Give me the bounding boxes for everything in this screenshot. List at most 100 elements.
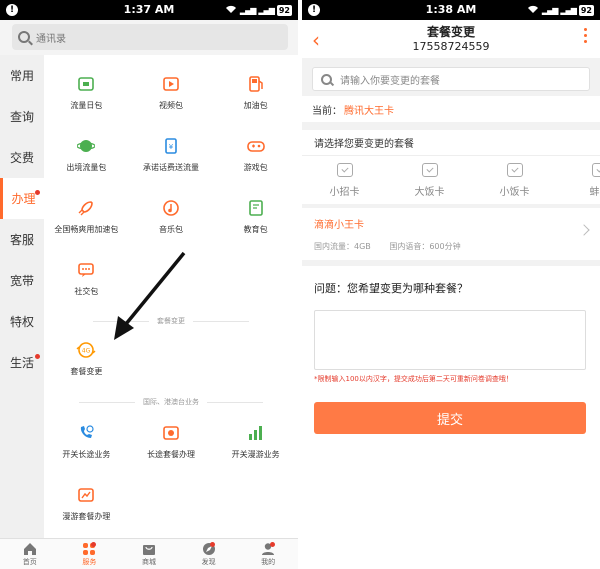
sidebar-item[interactable]: 特权 xyxy=(0,301,44,342)
plan-options: 小招卡 大饭卡 小饭卡 蚌王 xyxy=(302,156,600,204)
service-tile-label: 开关漫游业务 xyxy=(231,450,280,459)
service-tile-label: 承诺话费送流量 xyxy=(142,163,199,172)
sidebar-item-label: 宽带 xyxy=(9,274,34,288)
tab-item[interactable]: 服务 xyxy=(60,539,120,569)
service-tile-label: 出境流量包 xyxy=(66,163,107,172)
service-tile[interactable]: 全国畅爽用加速包 xyxy=(44,185,129,247)
service-tile[interactable]: 出境流量包 xyxy=(44,123,129,185)
sidebar-item[interactable]: 客服 xyxy=(0,219,44,260)
search-placeholder: 请输入你要变更的套餐 xyxy=(340,75,440,87)
contacts-search[interactable]: 通讯录 xyxy=(12,24,288,50)
bottom-tab-bar: 首页 服务 商城 发现 我的 xyxy=(0,538,298,569)
service-tile-label: 游戏包 xyxy=(243,163,268,172)
package-grid: 流量日包 视频包 加油包出境流量包 ¥ 承诺话费送流量 游戏包全国畅爽用加速包 音乐包 教育包… xyxy=(44,61,298,309)
service-tile-label: 全国畅爽用加速包 xyxy=(54,225,119,234)
more-menu-icon[interactable] xyxy=(584,28,588,43)
roaming-plan-icon xyxy=(75,484,97,506)
chat-icon xyxy=(75,259,97,281)
service-tile[interactable]: 游戏包 xyxy=(213,123,298,185)
sidebar-item[interactable]: 查询 xyxy=(0,96,44,137)
service-tile-label: 音乐包 xyxy=(158,225,183,234)
plan-option-label: 大饭卡 xyxy=(414,186,445,198)
plan-option[interactable]: 小招卡 xyxy=(302,156,387,204)
plan-card-icon xyxy=(506,162,523,177)
plan-card-icon xyxy=(591,162,600,177)
service-tile[interactable]: 教育包 xyxy=(213,185,298,247)
rocket-icon xyxy=(75,197,97,219)
plan-option-label: 小招卡 xyxy=(329,186,360,198)
home-icon xyxy=(23,541,37,555)
plan-option[interactable]: 小饭卡 xyxy=(472,156,557,204)
fuel-icon xyxy=(245,73,267,95)
service-tile[interactable]: 漫游套餐办理 xyxy=(44,472,129,534)
service-tile-label: 漫游套餐办理 xyxy=(62,512,111,521)
sidebar-item[interactable]: 生活 xyxy=(0,342,44,383)
service-content: 流量日包 视频包 加油包出境流量包 ¥ 承诺话费送流量 游戏包全国畅爽用加速包 音乐包 教育包… xyxy=(44,55,298,538)
domestic-data: 国内流量：4GB xyxy=(314,242,371,251)
service-tile-label: 开关长途业务 xyxy=(62,450,111,459)
selected-plan-name: 滴滴小王卡 xyxy=(314,220,364,231)
tab-item[interactable]: 发现 xyxy=(179,539,239,569)
sidebar-item[interactable]: 办理 xyxy=(0,178,44,219)
sidebar-item-label: 常用 xyxy=(9,69,34,83)
input-limit-warning: *限制输入100以内汉字，提交成功后第二天可重新问卷调查哦！ xyxy=(314,375,513,383)
current-plan-value: 腾讯大王卡 xyxy=(344,105,394,117)
service-tile-label: 套餐变更 xyxy=(70,367,103,376)
long-distance-plan-icon xyxy=(160,422,182,444)
feedback-section: 问题：您希望变更为哪种套餐？ *限制输入100以内汉字，提交成功后第二天可重新问… xyxy=(302,266,600,569)
domestic-voice: 国内语音：600分钟 xyxy=(389,242,461,251)
signal-icon-2: ▂▄▆ xyxy=(258,6,275,15)
sidebar-item[interactable]: 宽带 xyxy=(0,260,44,301)
status-bar: ! 1:38 AM ▂▄▆ ▂▄▆ 92 xyxy=(302,0,600,20)
signal-icon-2: ▂▄▆ xyxy=(560,6,577,15)
international-grid: 开关长途业务 长途套餐办理 开关漫游业务漫游套餐办理 xyxy=(44,410,298,534)
plan-option[interactable]: 蚌王 xyxy=(557,156,600,204)
service-tile-label: 长途套餐办理 xyxy=(146,450,195,459)
phone-number: 17558724559 xyxy=(412,40,490,53)
music-icon xyxy=(160,197,182,219)
plan-card-icon xyxy=(336,162,353,177)
service-tile-label: 社交包 xyxy=(74,287,99,296)
sidebar-item[interactable]: 常用 xyxy=(0,55,44,96)
notification-dot xyxy=(35,354,40,359)
plan-search-input[interactable]: 请输入你要变更的套餐 xyxy=(312,67,590,91)
traffic-day-icon xyxy=(75,73,97,95)
submit-button[interactable]: 提交 xyxy=(314,402,586,434)
feedback-textarea[interactable] xyxy=(314,310,586,370)
service-tile[interactable]: 加油包 xyxy=(213,61,298,123)
service-tile[interactable]: 长途套餐办理 xyxy=(129,410,214,472)
sidebar-item-label: 查询 xyxy=(9,110,34,124)
service-tile[interactable]: ¥ 承诺话费送流量 xyxy=(129,123,214,185)
long-distance-icon xyxy=(75,422,97,444)
notification-dot xyxy=(269,542,275,547)
service-tile[interactable]: 音乐包 xyxy=(129,185,214,247)
selected-plan-details: 国内流量：4GB 国内语音：600分钟 xyxy=(314,241,588,252)
service-tile[interactable]: 社交包 xyxy=(44,247,129,309)
signal-icon: ▂▄▆ xyxy=(541,6,559,15)
sidebar-item-label: 交费 xyxy=(9,151,34,165)
selected-plan-card[interactable]: 滴滴小王卡 国内流量：4GB 国内语音：600分钟 xyxy=(302,208,600,260)
plan-option[interactable]: 大饭卡 xyxy=(387,156,472,204)
service-tile[interactable]: 开关长途业务 xyxy=(44,410,129,472)
service-tile[interactable]: 开关漫游业务 xyxy=(213,410,298,472)
page-header: ‹ 套餐变更 17558724559 xyxy=(302,20,600,58)
mall-icon xyxy=(142,541,156,555)
service-tile[interactable]: 视频包 xyxy=(129,61,214,123)
service-tile[interactable]: 4G 套餐变更 xyxy=(44,327,129,389)
service-tile[interactable]: 流量日包 xyxy=(44,61,129,123)
tab-item[interactable]: 首页 xyxy=(0,539,60,569)
plan-option-label: 蚌王 xyxy=(589,186,600,198)
service-tile-label: 视频包 xyxy=(158,101,183,110)
service-tile-label: 加油包 xyxy=(243,101,268,110)
notification-dot xyxy=(35,190,40,195)
status-icons: ▂▄▆ ▂▄▆ 92 xyxy=(527,4,594,17)
section-title-international: 国际、港澳台业务 xyxy=(44,397,298,407)
search-placeholder: 通讯录 xyxy=(36,33,66,45)
left-screen: ! 1:37 AM ▂▄▆ ▂▄▆ 92 通讯录 常用 查询 交费 办理 客服 宽带 特权生… xyxy=(0,0,298,569)
wifi-icon xyxy=(225,4,237,17)
tab-item[interactable]: 商城 xyxy=(119,539,179,569)
tab-item[interactable]: 我的 xyxy=(238,539,298,569)
sidebar-item[interactable]: 交费 xyxy=(0,137,44,178)
sidebar-item-label: 客服 xyxy=(9,233,34,247)
right-screen: ! 1:38 AM ▂▄▆ ▂▄▆ 92 ‹ 套餐变更 17558724559 … xyxy=(302,0,600,569)
